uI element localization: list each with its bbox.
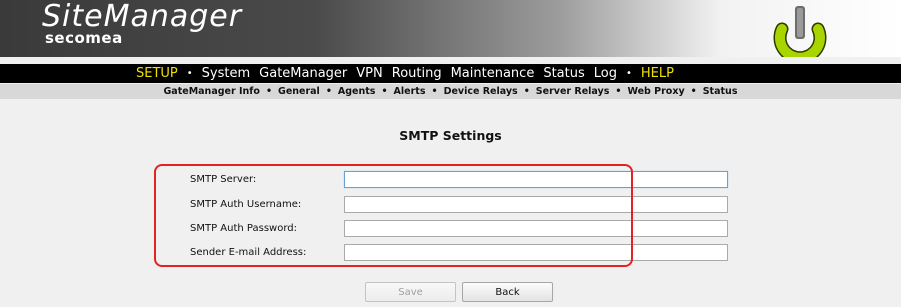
sub-menu: GateManager Info • General • Agents • Al…: [0, 84, 901, 99]
submenu-item-server-relays[interactable]: Server Relays: [536, 86, 610, 97]
submenu-separator: •: [265, 86, 273, 97]
submenu-item-alerts[interactable]: Alerts: [394, 86, 426, 97]
menu-item-system[interactable]: System: [202, 66, 250, 81]
submenu-item-general[interactable]: General: [278, 86, 320, 97]
menu-item-status[interactable]: Status: [543, 66, 584, 81]
power-icon: [773, 6, 827, 57]
submenu-separator: •: [381, 86, 388, 97]
menu-item-log[interactable]: Log: [594, 66, 617, 81]
submenu-item-device-relays[interactable]: Device Relays: [444, 86, 518, 97]
submenu-separator: •: [523, 86, 530, 97]
menu-item-gatemanager[interactable]: GateManager: [259, 66, 347, 81]
submenu-item-web-proxy[interactable]: Web Proxy: [627, 86, 684, 97]
menu-item-vpn[interactable]: VPN: [356, 66, 382, 81]
menu-item-maintenance[interactable]: Maintenance: [451, 66, 535, 81]
menu-item-help[interactable]: HELP: [641, 66, 674, 81]
menu-item-routing[interactable]: Routing: [392, 66, 442, 81]
submenu-item-gatemanager-info[interactable]: GateManager Info: [164, 86, 260, 97]
submenu-separator: •: [615, 86, 622, 97]
highlight-annotation: [154, 164, 633, 267]
main-menu: SETUP • System GateManager VPN Routing M…: [0, 64, 901, 83]
submenu-item-agents[interactable]: Agents: [338, 86, 376, 97]
company-logo: secomea: [45, 29, 123, 47]
menu-separator: •: [626, 68, 632, 79]
page-title: SMTP Settings: [399, 128, 502, 143]
submenu-separator: •: [431, 86, 438, 97]
submenu-separator: •: [690, 86, 697, 97]
menu-separator: •: [186, 68, 193, 79]
menu-item-setup[interactable]: SETUP: [136, 66, 178, 81]
save-button[interactable]: Save: [365, 282, 456, 302]
submenu-separator: •: [325, 86, 332, 97]
product-logo: SiteManager: [42, 0, 243, 34]
header-banner: SiteManager secomea: [0, 0, 901, 57]
submenu-item-status[interactable]: Status: [703, 86, 738, 97]
back-button[interactable]: Back: [462, 282, 553, 302]
